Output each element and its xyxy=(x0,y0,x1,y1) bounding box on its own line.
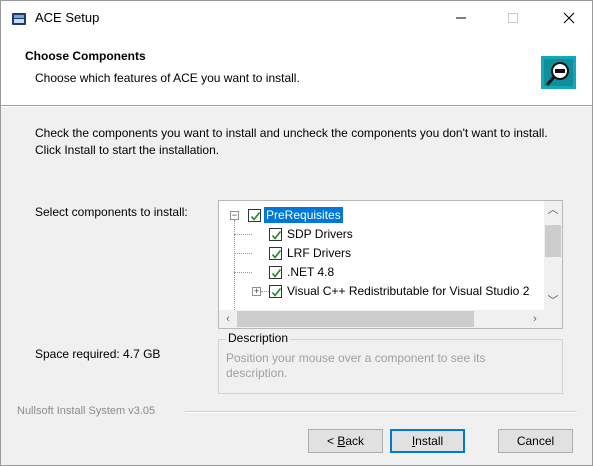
description-text: Position your mouse over a component to … xyxy=(226,351,486,380)
vertical-scrollbar[interactable]: ︿ ﹀ xyxy=(544,201,562,310)
collapse-icon[interactable]: − xyxy=(230,211,239,220)
scroll-up-icon[interactable]: ︿ xyxy=(544,201,562,219)
cancel-button[interactable]: Cancel xyxy=(498,429,573,453)
checkmark-icon xyxy=(250,212,261,221)
checkbox-sdp-drivers[interactable] xyxy=(269,228,282,241)
installer-logo-icon xyxy=(541,56,576,89)
minimize-icon xyxy=(456,17,466,19)
tree-item-label: LRF Drivers xyxy=(287,246,352,260)
tree-item-prerequisites[interactable]: − PreRequisites xyxy=(219,206,544,225)
branding-text: Nullsoft Install System v3.05 xyxy=(17,405,156,417)
scroll-down-icon[interactable]: ﹀ xyxy=(544,292,562,310)
checkmark-icon xyxy=(271,231,282,240)
space-required-label: Space required: 4.7 GB xyxy=(35,347,161,361)
horizontal-scroll-thumb[interactable] xyxy=(237,311,474,327)
description-title: Description xyxy=(226,331,291,345)
checkbox-lrf-drivers[interactable] xyxy=(269,247,282,260)
header-separator xyxy=(1,105,592,107)
setup-window: ACE Setup Choose Components Choose which… xyxy=(0,0,593,466)
install-label-rest: nstall xyxy=(415,434,444,448)
horizontal-scrollbar[interactable]: ‹ › xyxy=(219,310,544,328)
vertical-scroll-thumb[interactable] xyxy=(545,225,561,257)
tree-item-label: .NET 4.8 xyxy=(287,265,335,279)
checkmark-icon xyxy=(271,250,282,259)
tree-item-sdp-drivers[interactable]: SDP Drivers xyxy=(219,225,544,244)
page-title: Choose Components xyxy=(25,49,146,63)
maximize-icon xyxy=(508,13,518,23)
close-icon xyxy=(563,12,575,24)
installer-app-icon xyxy=(12,13,26,25)
back-button[interactable]: < Back xyxy=(308,429,383,453)
tree-item-label: Visual C++ Redistributable for Visual St… xyxy=(287,284,530,298)
select-components-label: Select components to install: xyxy=(35,205,188,219)
minimize-button[interactable] xyxy=(438,1,484,35)
scroll-right-icon[interactable]: › xyxy=(526,310,544,328)
checkmark-icon xyxy=(271,269,282,278)
components-tree[interactable]: − PreRequisites SDP Drivers LRF Drivers xyxy=(218,200,563,329)
window-title: ACE Setup xyxy=(35,10,100,25)
close-button[interactable] xyxy=(546,1,592,35)
title-bar[interactable]: ACE Setup xyxy=(1,1,592,35)
back-prefix: < xyxy=(326,434,338,448)
tree-item-dotnet[interactable]: .NET 4.8 xyxy=(219,263,544,282)
page-header: Choose Components Choose which features … xyxy=(1,35,592,105)
tree-item-label: PreRequisites xyxy=(264,207,343,223)
checkmark-icon xyxy=(271,288,282,297)
tree-item-vcredist[interactable]: + Visual C++ Redistributable for Visual … xyxy=(219,282,544,301)
checkbox-vcredist[interactable] xyxy=(269,285,282,298)
checkbox-dotnet[interactable] xyxy=(269,266,282,279)
scrollbar-corner xyxy=(544,310,562,328)
branding-separator xyxy=(185,411,577,413)
maximize-button[interactable] xyxy=(490,1,536,35)
page-subtitle: Choose which features of ACE you want to… xyxy=(35,71,300,85)
tree-items: − PreRequisites SDP Drivers LRF Drivers xyxy=(219,201,544,310)
tree-item-lrf-drivers[interactable]: LRF Drivers xyxy=(219,244,544,263)
tree-item-label: SDP Drivers xyxy=(287,227,353,241)
scroll-left-icon[interactable]: ‹ xyxy=(219,310,237,328)
expand-icon[interactable]: + xyxy=(252,287,261,296)
install-button[interactable]: Install xyxy=(390,429,465,453)
back-label-rest: ack xyxy=(345,434,365,448)
checkbox-prerequisites[interactable] xyxy=(248,209,261,222)
instruction-text: Check the components you want to install… xyxy=(35,126,548,157)
